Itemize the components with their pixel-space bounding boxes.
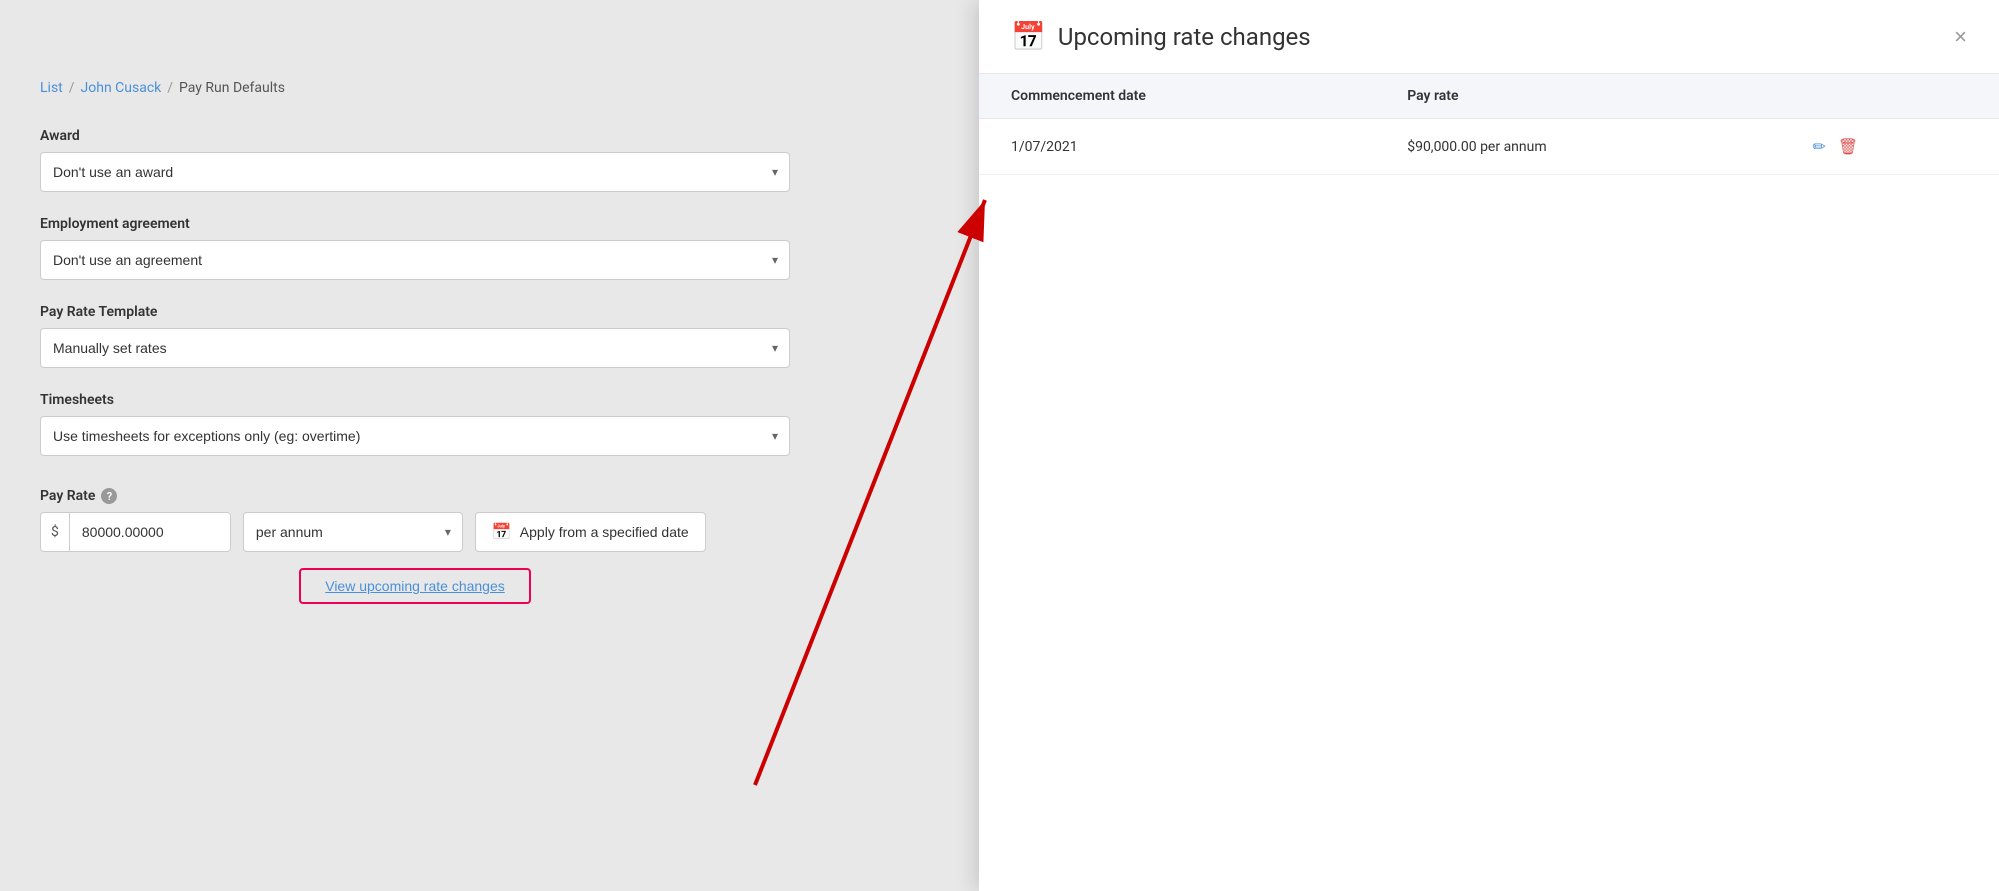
apply-date-button-label: Apply from a specified date (520, 524, 689, 540)
breadcrumb: List / John Cusack / Pay Run Defaults (40, 80, 940, 96)
pay-rate-input-row: $ per annumper hourper dayper weekper fo… (40, 512, 940, 552)
period-select-wrapper: per annumper hourper dayper weekper fort… (243, 512, 463, 552)
pay-rate-template-label: Pay Rate Template (40, 304, 940, 320)
commencement-date-cell: 1/07/2021 (979, 119, 1375, 175)
table-row: 1/07/2021 $90,000.00 per annum ✏ 🗑 (979, 119, 1999, 175)
actions-header (1780, 74, 1999, 119)
pay-rate-section: Pay Rate ? $ per annumper hourper dayper… (40, 488, 940, 604)
panel-close-button[interactable]: × (1954, 26, 1967, 48)
timesheets-select-wrapper: Use timesheets for exceptions only (eg: … (40, 416, 790, 456)
pay-rate-input-group: $ (40, 512, 231, 552)
apply-date-calendar-icon: 📅 (492, 522, 512, 542)
panel-title-group: 📅 Upcoming rate changes (1011, 20, 1311, 53)
breadcrumb-person-link[interactable]: John Cusack (81, 80, 162, 96)
breadcrumb-sep-2: / (167, 80, 173, 96)
timesheets-label: Timesheets (40, 392, 940, 408)
delete-icon[interactable]: 🗑 (1838, 137, 1858, 156)
breadcrumb-list-link[interactable]: List (40, 80, 63, 96)
rate-changes-table: Commencement date Pay rate 1/07/2021 $90… (979, 74, 1999, 175)
employment-agreement-select-wrapper: Don't use an agreement ▾ (40, 240, 790, 280)
period-select[interactable]: per annumper hourper dayper weekper fort… (243, 512, 463, 552)
edit-icon[interactable]: ✏ (1812, 137, 1825, 156)
pay-rate-label-row: Pay Rate ? (40, 488, 940, 504)
employment-agreement-label: Employment agreement (40, 216, 940, 232)
action-icons-group: ✏ 🗑 (1812, 137, 1967, 156)
award-select-wrapper: Don't use an award ▾ (40, 152, 790, 192)
view-upcoming-wrapper: View upcoming rate changes (40, 568, 790, 604)
panel-header: 📅 Upcoming rate changes × (979, 0, 1999, 74)
timesheets-section: Timesheets Use timesheets for exceptions… (40, 392, 940, 456)
actions-cell: ✏ 🗑 (1780, 119, 1999, 175)
pay-rate-label-text: Pay Rate (40, 488, 95, 504)
pay-rate-template-select-wrapper: Manually set rates ▾ (40, 328, 790, 368)
award-select[interactable]: Don't use an award (40, 152, 790, 192)
timesheets-select[interactable]: Use timesheets for exceptions only (eg: … (40, 416, 790, 456)
commencement-date-header: Commencement date (979, 74, 1375, 119)
breadcrumb-current-page: Pay Run Defaults (179, 80, 285, 96)
pay-rate-help-icon[interactable]: ? (101, 488, 117, 504)
upcoming-rate-changes-panel: 📅 Upcoming rate changes × Commencement d… (979, 0, 1999, 891)
breadcrumb-sep-1: / (69, 80, 75, 96)
pay-rate-template-section: Pay Rate Template Manually set rates ▾ (40, 304, 940, 368)
panel-title: Upcoming rate changes (1058, 23, 1311, 51)
table-header-row: Commencement date Pay rate (979, 74, 1999, 119)
pay-rate-template-select[interactable]: Manually set rates (40, 328, 790, 368)
award-label: Award (40, 128, 940, 144)
pay-rate-amount-input[interactable] (70, 513, 230, 551)
pay-rate-header: Pay rate (1375, 74, 1780, 119)
main-content: List / John Cusack / Pay Run Defaults Aw… (0, 0, 980, 891)
currency-symbol: $ (41, 513, 70, 551)
award-section: Award Don't use an award ▾ (40, 128, 940, 192)
pay-rate-cell: $90,000.00 per annum (1375, 119, 1780, 175)
panel-calendar-icon: 📅 (1011, 20, 1046, 53)
view-upcoming-rate-changes-button[interactable]: View upcoming rate changes (299, 568, 531, 604)
employment-agreement-section: Employment agreement Don't use an agreem… (40, 216, 940, 280)
employment-agreement-select[interactable]: Don't use an agreement (40, 240, 790, 280)
apply-from-date-button[interactable]: 📅 Apply from a specified date (475, 512, 706, 552)
